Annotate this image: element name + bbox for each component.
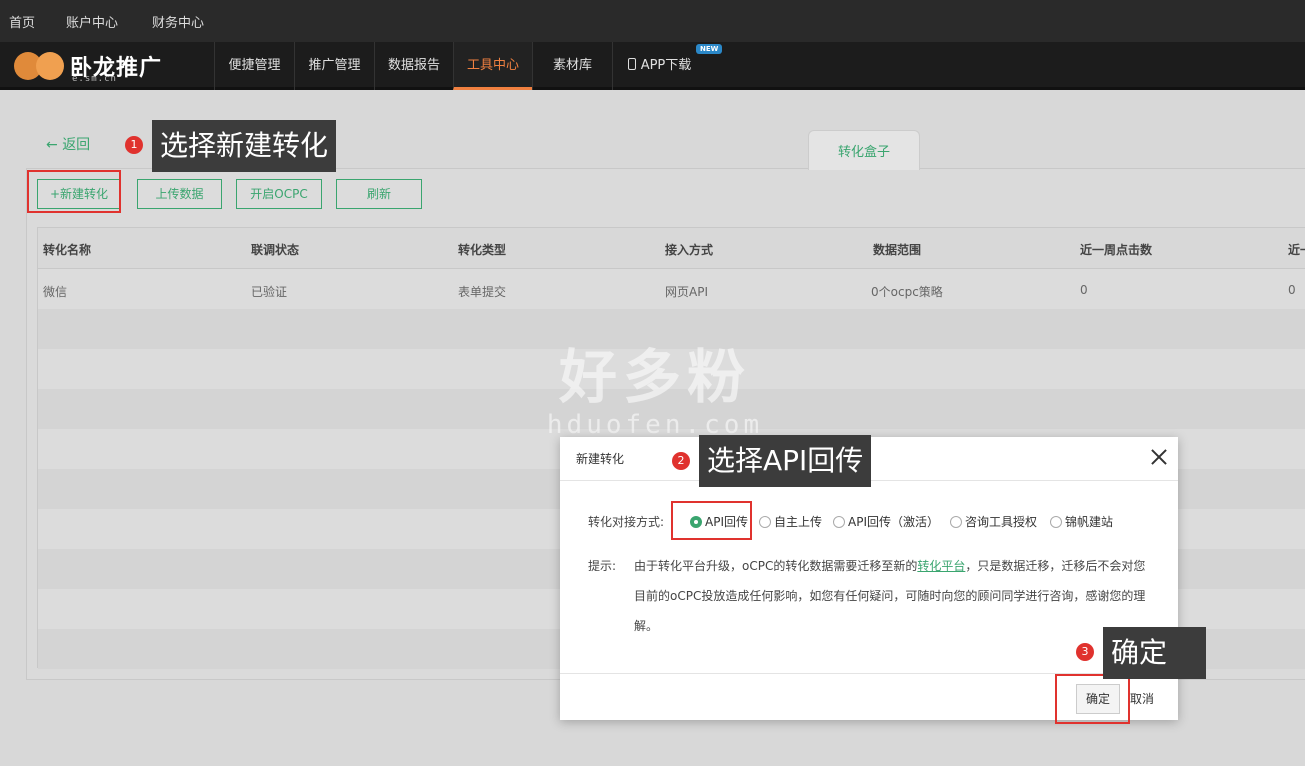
topbar-finance-link[interactable]: 财务中心 [152,12,204,31]
step-marker-3: 3 [1076,643,1094,661]
upload-data-button[interactable]: 上传数据 [137,179,222,209]
new-badge: NEW [696,44,723,54]
app-download-label: APP下载 [640,58,692,73]
dialog-title: 新建转化 [576,452,625,466]
cell-extra: 0 [1288,283,1296,297]
back-label: 返回 [62,137,91,153]
nav-item-app-download[interactable]: APP下载 [612,42,706,90]
highlight-confirm [1055,674,1130,724]
callout-step-3: 确定 [1103,627,1206,679]
close-icon[interactable] [1150,447,1168,465]
nav-item-data-report[interactable]: 数据报告 [374,42,453,90]
column-header: 转化名称 [43,243,92,257]
nav-item-tool-center[interactable]: 工具中心 [453,42,532,90]
watermark-cn: 好多粉 [558,343,751,411]
radio-api-callback-activation[interactable]: API回传（激活） [833,513,939,530]
radio-icon [759,516,771,528]
tip-label: 提示: [588,559,617,573]
watermark: 好多粉 hduofen.com [540,330,770,440]
main-nav: 卧龙推广 e.sm.cn 便捷管理 推广管理 数据报告 工具中心 素材库 APP… [0,42,1305,90]
step-marker-2: 2 [672,452,690,470]
topbar-account-link[interactable]: 账户中心 [66,12,118,31]
back-link[interactable]: ← 返回 [46,134,90,154]
cell-range: 0个ocpc策略 [871,285,943,299]
top-bar: 首页 账户中心 财务中心 [0,0,1305,42]
table-header: 转化名称 联调状态 转化类型 接入方式 数据范围 近一周点击数 近一 [38,228,1305,269]
logo-subtext: e.sm.cn [72,74,117,84]
topbar-home-link[interactable]: 首页 [9,12,35,31]
conversion-platform-link[interactable]: 转化平台 [917,559,965,573]
radio-icon [1050,516,1062,528]
nav-item-promotion-manage[interactable]: 推广管理 [294,42,374,90]
cell-type: 表单提交 [458,285,507,299]
highlight-new-conversion [27,170,121,213]
enable-ocpc-button[interactable]: 开启OCPC [236,179,322,209]
highlight-api-callback [671,501,752,540]
callout-step-2: 选择API回传 [699,435,872,487]
phone-icon [627,58,636,70]
arrow-left-icon: ← [46,137,58,153]
tab-conversion-box[interactable]: 转化盒子 [808,130,920,170]
column-header: 转化类型 [458,243,507,257]
cell-name[interactable]: 微信 [43,283,67,300]
nav-item-material-library[interactable]: 素材库 [532,42,612,90]
radio-icon [950,516,962,528]
method-label: 转化对接方式: [588,515,665,529]
cancel-button[interactable]: 取消 [1130,690,1154,707]
cell-access: 网页API [665,285,708,299]
logo-mark-icon [36,52,64,80]
brand-logo[interactable]: 卧龙推广 e.sm.cn [14,48,194,84]
tip-text: 由于转化平台升级，oCPC的转化数据需要迁移至新的转化平台，只是数据迁移，迁移后… [634,559,1146,633]
refresh-button[interactable]: 刷新 [336,179,422,209]
radio-consult-tool-auth[interactable]: 咨询工具授权 [950,513,1037,530]
cell-clicks: 0 [1080,283,1088,297]
cell-status: 已验证 [251,285,288,299]
radio-icon [833,516,845,528]
nav-item-quick-manage[interactable]: 便捷管理 [214,42,294,90]
column-header: 数据范围 [873,243,922,257]
radio-manual-upload[interactable]: 自主上传 [759,513,822,530]
callout-step-1: 选择新建转化 [152,120,337,172]
column-header: 接入方式 [665,243,714,257]
column-header: 近一周点击数 [1080,243,1153,257]
column-header: 近一 [1288,243,1305,257]
column-header: 联调状态 [251,243,300,257]
step-marker-1: 1 [125,136,143,154]
radio-jinfan-site[interactable]: 锦帆建站 [1050,513,1113,530]
